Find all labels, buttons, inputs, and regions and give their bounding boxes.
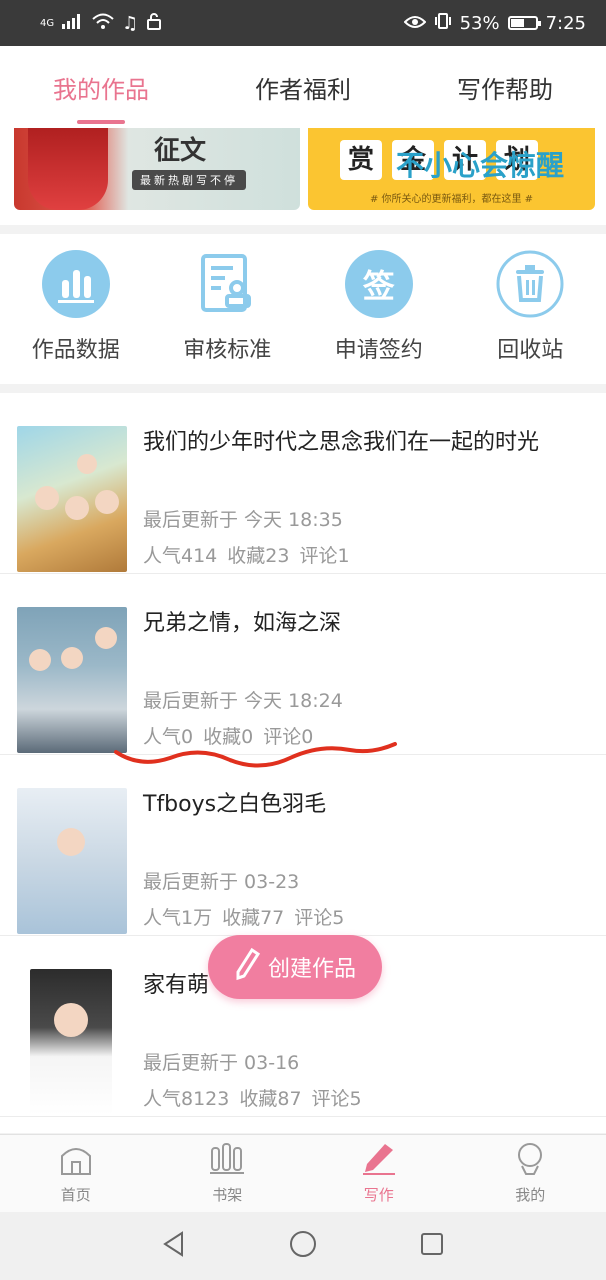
vibrate-icon	[434, 12, 452, 35]
tab-author-benefits[interactable]: 作者福利	[202, 46, 404, 128]
work-popularity: 人气414	[143, 545, 218, 567]
battery-percent: 53%	[459, 12, 500, 34]
wifi-icon	[92, 13, 114, 34]
work-favorites: 收藏23	[227, 545, 290, 567]
top-tabs: 我的作品 作者福利 写作帮助	[0, 46, 606, 128]
home-icon	[58, 1142, 94, 1180]
work-comments: 评论5	[294, 907, 345, 929]
book-cover-image	[17, 788, 127, 934]
nav-me[interactable]: 我的	[455, 1135, 606, 1212]
banner-contest-subtitle: 最新热剧写不停	[132, 170, 246, 190]
work-favorites: 收藏87	[239, 1088, 302, 1110]
profile-icon	[512, 1142, 548, 1180]
work-stats: 人气8123 收藏87 评论5	[143, 1084, 372, 1111]
document-stamp-icon	[193, 250, 261, 318]
quick-actions: 作品数据 审核标准 签 申请签约 回收站	[0, 234, 606, 384]
quick-action-review-standard[interactable]: 审核标准	[152, 234, 304, 384]
sign-icon: 签	[344, 250, 413, 318]
battery-icon	[507, 16, 541, 30]
red-underline-annotation	[114, 742, 397, 768]
recents-icon[interactable]	[418, 1230, 446, 1262]
quick-action-apply-contract[interactable]: 签 申请签约	[303, 234, 455, 384]
tab-my-works[interactable]: 我的作品	[0, 46, 202, 128]
nav-home[interactable]: 首页	[0, 1135, 152, 1212]
work-stats: 人气1万 收藏77 评论5	[143, 903, 354, 930]
trash-icon	[496, 250, 564, 318]
banner-reward-plan[interactable]: 赏 金 计 划 不小心会惊醒 # 你所关心的更新福利，都在这里 #	[308, 128, 595, 210]
banner-overlay-text: 不小心会惊醒	[396, 149, 565, 182]
banner-contest-title: 征文	[154, 136, 207, 166]
work-updated: 最后更新于 今天 18:35	[143, 509, 343, 531]
work-stats: 人气414 收藏23 评论1	[143, 541, 360, 568]
status-left: 4G ♫	[40, 12, 162, 35]
list-item[interactable]: 兄弟之情，如海之深 最后更新于 今天 18:24 人气0 收藏0 评论0	[0, 574, 606, 755]
quick-action-recycle-bin[interactable]: 回收站	[455, 234, 606, 384]
music-icon: ♫	[122, 12, 139, 34]
bookshelf-icon	[209, 1142, 245, 1180]
work-title: 兄弟之情，如海之深	[143, 611, 342, 636]
back-icon[interactable]	[160, 1230, 188, 1262]
banner-reward-caption: # 你所关心的更新福利，都在这里 #	[369, 194, 534, 205]
nav-label: 我的	[515, 1186, 546, 1204]
work-popularity: 人气1万	[143, 907, 213, 929]
create-work-button[interactable]: 创建作品	[208, 935, 382, 999]
quick-action-label: 回收站	[497, 338, 564, 363]
bar-chart-icon	[41, 250, 110, 318]
work-updated: 最后更新于 今天 18:24	[143, 690, 343, 712]
nav-write[interactable]: 写作	[303, 1135, 455, 1212]
quick-action-label: 审核标准	[183, 338, 272, 363]
nav-label: 首页	[60, 1186, 91, 1204]
banner-char: 赏	[340, 140, 382, 180]
banner-figure-image	[28, 128, 108, 210]
work-updated: 最后更新于 03-16	[143, 1052, 300, 1074]
system-nav-bar	[0, 1212, 606, 1280]
nav-label: 写作	[363, 1186, 394, 1204]
eye-icon	[403, 13, 426, 34]
nav-label: 书架	[212, 1186, 243, 1204]
list-item[interactable]: Tfboys之白色羽毛 最后更新于 03-23 人气1万 收藏77 评论5	[0, 755, 606, 936]
create-work-label: 创建作品	[267, 957, 356, 982]
book-cover-image	[30, 969, 112, 1115]
signal-icon	[62, 13, 84, 34]
quick-action-work-data[interactable]: 作品数据	[0, 234, 152, 384]
list-item[interactable]: 我们的少年时代之思念我们在一起的时光 最后更新于 今天 18:35 人气414 收…	[0, 393, 606, 574]
quick-action-label: 作品数据	[31, 338, 120, 363]
quick-action-label: 申请签约	[334, 338, 423, 363]
bottom-nav: 首页 书架 写作 我的	[0, 1134, 606, 1212]
work-comments: 评论1	[299, 545, 350, 567]
nav-bookshelf[interactable]: 书架	[152, 1135, 304, 1212]
work-title: 我们的少年时代之思念我们在一起的时光	[143, 430, 540, 455]
network-label: 4G	[40, 17, 55, 29]
banner-carousel: 征文 最新热剧写不停 赏 金 计 划 不小心会惊醒 # 你所关心的更新福利，都在…	[0, 128, 606, 225]
work-favorites: 收藏77	[222, 907, 285, 929]
home-circle-icon[interactable]	[288, 1229, 318, 1263]
work-comments: 评论5	[311, 1088, 362, 1110]
banner-contest[interactable]: 征文 最新热剧写不停	[14, 128, 300, 210]
pencil-icon	[234, 946, 262, 988]
work-popularity: 人气8123	[143, 1088, 230, 1110]
tab-writing-help[interactable]: 写作帮助	[404, 46, 606, 128]
pen-icon	[361, 1142, 397, 1180]
status-right: 53% 7:25	[403, 12, 586, 35]
sign-glyph: 签	[362, 267, 395, 305]
work-title: Tfboys之白色羽毛	[143, 792, 327, 817]
status-bar: 4G ♫ 53% 7:25	[0, 0, 606, 46]
work-updated: 最后更新于 03-23	[143, 871, 300, 893]
lock-icon	[146, 12, 162, 35]
book-cover-image	[17, 426, 127, 572]
clock: 7:25	[545, 12, 586, 34]
